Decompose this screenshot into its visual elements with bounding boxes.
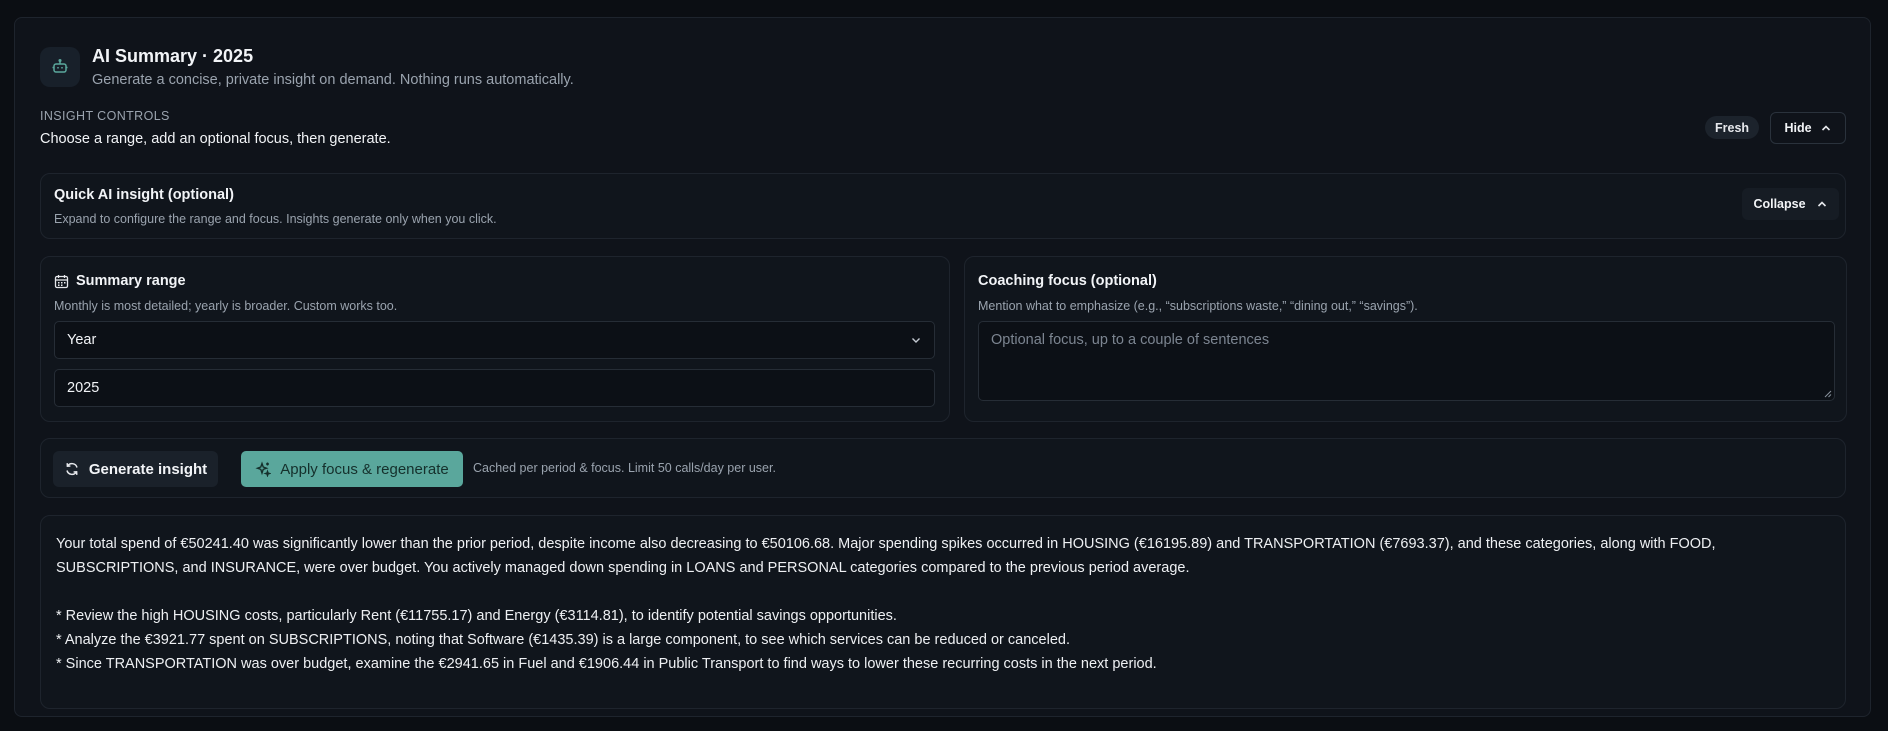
robot-icon <box>40 47 80 87</box>
chevron-up-icon <box>1817 201 1826 207</box>
summary-line: SUBSCRIPTIONS, and INSURANCE, were over … <box>56 560 1190 576</box>
insight-bullet: * Review the high HOUSING costs, particu… <box>56 608 897 624</box>
coaching-focus-panel: Coaching focus (optional) Mention what t… <box>964 256 1847 422</box>
chevron-down-icon <box>912 338 920 343</box>
page-subtitle: Generate a concise, private insight on d… <box>92 72 574 88</box>
summary-range-description: Monthly is most detailed; yearly is broa… <box>54 299 398 313</box>
calendar-icon <box>54 274 69 288</box>
summary-line: Your total spend of €50241.40 was signif… <box>56 536 1716 552</box>
insight-output-panel: Your total spend of €50241.40 was signif… <box>40 515 1846 709</box>
generate-insight-button[interactable]: Generate insight <box>53 451 218 487</box>
generate-insight-label: Generate insight <box>88 460 208 478</box>
quick-insight-description: Expand to configure the range and focus.… <box>54 212 497 226</box>
actions-panel: Generate insight Apply focus & regenerat… <box>40 438 1846 498</box>
status-badge: Fresh <box>1705 116 1760 139</box>
resize-grip-icon[interactable] <box>1824 390 1832 398</box>
year-input[interactable]: 2025 <box>54 369 935 407</box>
cache-note: Cached per period & focus. Limit 50 call… <box>473 461 776 475</box>
summary-range-panel: Summary range Monthly is most detailed; … <box>40 256 950 422</box>
ai-summary-card: AI Summary · 2025 Generate a concise, pr… <box>14 17 1871 717</box>
insight-bullet: * Since TRANSPORTATION was over budget, … <box>56 656 1157 672</box>
sparkles-icon <box>255 461 272 477</box>
apply-focus-regenerate-label: Apply focus & regenerate <box>280 460 449 478</box>
refresh-icon <box>66 462 78 476</box>
coaching-focus-input[interactable] <box>978 321 1835 401</box>
page-title: AI Summary · 2025 <box>92 46 254 66</box>
coaching-focus-description: Mention what to emphasize (e.g., “subscr… <box>978 299 1418 313</box>
hide-button[interactable]: Hide <box>1770 112 1846 144</box>
year-input-value: 2025 <box>67 380 100 396</box>
range-select[interactable]: Year <box>54 321 935 359</box>
chevron-up-icon <box>1821 125 1830 131</box>
coaching-focus-title: Coaching focus (optional) <box>978 273 1157 289</box>
hide-button-label: Hide <box>1784 121 1812 135</box>
collapse-button-label: Collapse <box>1753 197 1806 211</box>
insight-bullet: * Analyze the €3921.77 spent on SUBSCRIP… <box>56 632 1070 648</box>
insight-output-text: Your total spend of €50241.40 was signif… <box>56 532 1836 676</box>
apply-focus-regenerate-button[interactable]: Apply focus & regenerate <box>241 451 463 487</box>
range-select-value: Year <box>67 332 97 348</box>
collapse-button[interactable]: Collapse <box>1742 188 1839 220</box>
quick-insight-title: Quick AI insight (optional) <box>54 187 234 203</box>
quick-insight-panel: Quick AI insight (optional) Expand to co… <box>40 173 1846 239</box>
summary-range-title-text: Summary range <box>76 273 186 289</box>
insight-controls-instruction: Choose a range, add an optional focus, t… <box>40 131 391 147</box>
summary-range-title: Summary range <box>54 273 186 289</box>
insight-controls-label: INSIGHT CONTROLS <box>40 109 170 123</box>
